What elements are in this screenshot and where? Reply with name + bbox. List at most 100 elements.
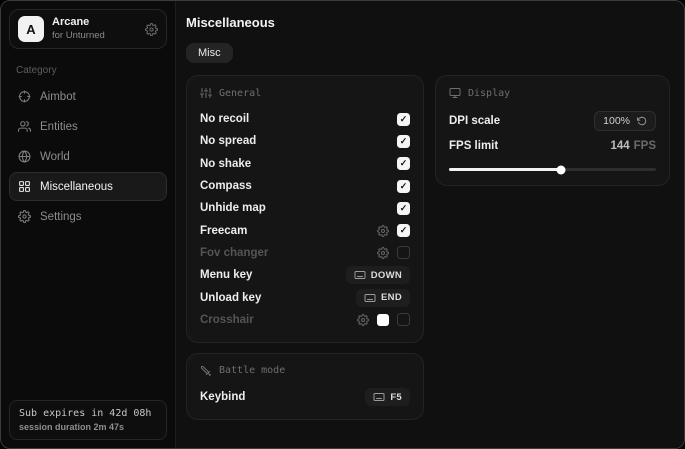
grid-icon	[18, 180, 31, 193]
category-label: Category	[16, 65, 167, 76]
sidebar: A Arcane for Unturned Category Aimbot	[1, 1, 176, 448]
keybind-value: DOWN	[371, 270, 402, 281]
panel-title: Display	[468, 88, 510, 99]
freecam-config-gear-icon[interactable]	[377, 225, 389, 237]
gear-icon	[18, 210, 31, 223]
sidebar-item-label: World	[40, 151, 70, 163]
setting-row-crosshair: Crosshair ✓	[200, 309, 410, 331]
setting-label: Keybind	[200, 391, 245, 403]
sidebar-item-label: Miscellaneous	[40, 181, 113, 193]
sidebar-item-world[interactable]: World	[9, 142, 167, 171]
battle-mode-panel: Battle mode Keybind F5	[186, 353, 424, 420]
setting-row-no-recoil: No recoil ✓	[200, 108, 410, 130]
setting-row-keybind: Keybind F5	[200, 386, 410, 408]
no-recoil-checkbox[interactable]: ✓	[397, 113, 410, 126]
right-column: Display DPI scale 100% FPS limit	[435, 75, 670, 186]
setting-row-fov-changer: Fov changer ✓	[200, 242, 410, 264]
check-icon: ✓	[400, 137, 408, 146]
sidebar-item-label: Aimbot	[40, 91, 76, 103]
setting-label: FPS limit	[449, 140, 498, 152]
sidebar-item-aimbot[interactable]: Aimbot	[9, 82, 167, 111]
fov-changer-checkbox[interactable]: ✓	[397, 246, 410, 259]
slider-fill	[449, 168, 561, 171]
dpi-scale-value-button[interactable]: 100%	[594, 111, 656, 131]
keyboard-icon	[364, 292, 376, 304]
battle-keybind-button[interactable]: F5	[365, 388, 410, 406]
display-panel: Display DPI scale 100% FPS limit	[435, 75, 670, 186]
menu-key-keybind-button[interactable]: DOWN	[346, 266, 410, 284]
setting-row-fps-limit: FPS limit 144 FPS	[449, 134, 656, 158]
setting-row-unhide-map: Unhide map ✓	[200, 197, 410, 219]
reset-icon[interactable]	[637, 116, 647, 126]
globe-icon	[18, 150, 31, 163]
panel-title: Battle mode	[219, 365, 285, 376]
fps-limit-unit: FPS	[634, 140, 656, 152]
compass-checkbox[interactable]: ✓	[397, 180, 410, 193]
check-icon: ✓	[400, 115, 408, 124]
tab-misc[interactable]: Misc	[186, 43, 233, 63]
freecam-checkbox[interactable]: ✓	[397, 224, 410, 237]
tab-bar: Misc	[186, 43, 670, 63]
sub-expires-text: Sub expires in 42d 08h	[19, 408, 157, 419]
slider-thumb[interactable]	[556, 165, 565, 174]
subscription-card: Sub expires in 42d 08h session duration …	[9, 400, 167, 440]
setting-label: Menu key	[200, 269, 252, 281]
crosshair-checkbox[interactable]: ✓	[397, 313, 410, 326]
keyboard-icon	[354, 269, 366, 281]
content-columns: General No recoil ✓ No spread ✓	[186, 75, 670, 420]
app-name: Arcane	[52, 16, 137, 30]
setting-label: Crosshair	[200, 314, 254, 326]
fps-limit-number: 144	[610, 140, 629, 152]
general-panel-header: General	[200, 87, 410, 99]
general-panel: General No recoil ✓ No spread ✓	[186, 75, 424, 343]
check-icon: ✓	[400, 226, 408, 235]
crosshair-icon	[18, 90, 31, 103]
setting-row-no-spread: No spread ✓	[200, 130, 410, 152]
fps-limit-slider[interactable]	[449, 165, 656, 174]
crosshair-config-gear-icon[interactable]	[357, 314, 369, 326]
setting-label: Compass	[200, 180, 252, 192]
sidebar-item-entities[interactable]: Entities	[9, 112, 167, 141]
monitor-icon	[449, 87, 461, 99]
check-icon: ✓	[400, 159, 408, 168]
panel-title: General	[219, 88, 261, 99]
check-icon: ✓	[400, 182, 408, 191]
fov-changer-config-gear-icon[interactable]	[377, 247, 389, 259]
display-panel-header: Display	[449, 87, 656, 99]
brand-card: A Arcane for Unturned	[9, 9, 167, 49]
gear-icon[interactable]	[145, 23, 158, 36]
crosshair-color-swatch[interactable]	[377, 314, 389, 326]
sidebar-item-label: Entities	[40, 121, 78, 133]
setting-label: No recoil	[200, 113, 249, 125]
sliders-icon	[200, 87, 212, 99]
setting-row-unload-key: Unload key END	[200, 286, 410, 308]
unhide-map-checkbox[interactable]: ✓	[397, 202, 410, 215]
app-logo: A	[18, 16, 44, 42]
setting-row-freecam: Freecam ✓	[200, 219, 410, 241]
setting-label: Unload key	[200, 292, 261, 304]
sword-icon	[200, 365, 212, 377]
app-subtitle: for Unturned	[52, 30, 137, 42]
setting-row-dpi-scale: DPI scale 100%	[449, 108, 656, 134]
setting-row-menu-key: Menu key DOWN	[200, 264, 410, 286]
no-shake-checkbox[interactable]: ✓	[397, 157, 410, 170]
page-title: Miscellaneous	[186, 15, 670, 30]
sidebar-item-settings[interactable]: Settings	[9, 202, 167, 231]
no-spread-checkbox[interactable]: ✓	[397, 135, 410, 148]
dpi-scale-value: 100%	[603, 115, 630, 127]
battle-mode-panel-header: Battle mode	[200, 365, 410, 377]
setting-row-compass: Compass ✓	[200, 175, 410, 197]
setting-label: No spread	[200, 135, 256, 147]
users-icon	[18, 120, 31, 133]
setting-row-no-shake: No shake ✓	[200, 153, 410, 175]
keybind-value: F5	[390, 392, 402, 403]
setting-label: No shake	[200, 158, 251, 170]
session-duration-text: session duration 2m 47s	[19, 422, 157, 432]
setting-label: Freecam	[200, 225, 247, 237]
main-content: Miscellaneous Misc General No recoil	[176, 1, 684, 448]
left-column: General No recoil ✓ No spread ✓	[186, 75, 424, 420]
sidebar-item-miscellaneous[interactable]: Miscellaneous	[9, 172, 167, 201]
keybind-value: END	[381, 292, 402, 303]
sidebar-item-label: Settings	[40, 211, 82, 223]
unload-key-keybind-button[interactable]: END	[356, 289, 410, 307]
